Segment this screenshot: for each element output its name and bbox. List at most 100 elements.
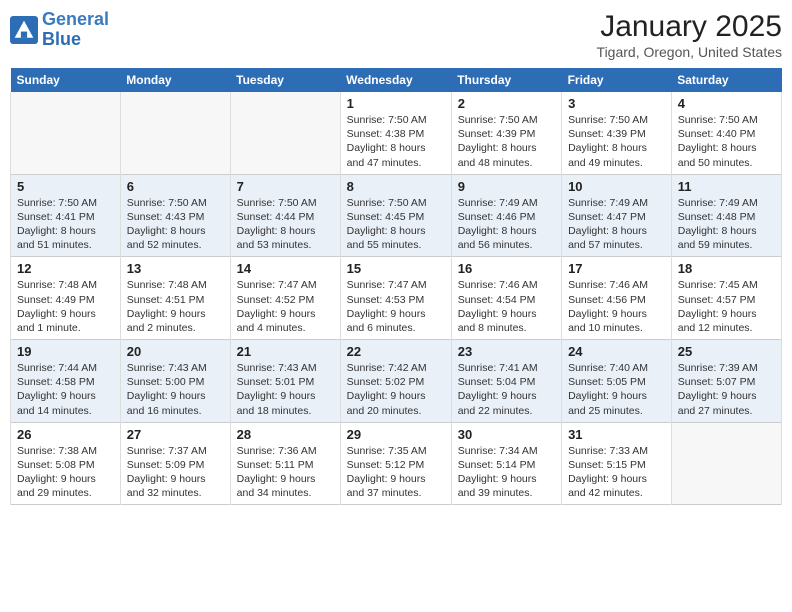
day-number: 22 xyxy=(347,344,445,359)
day-number: 18 xyxy=(678,261,775,276)
weekday-header-row: SundayMondayTuesdayWednesdayThursdayFrid… xyxy=(11,68,782,92)
day-info: Sunrise: 7:43 AM Sunset: 5:00 PM Dayligh… xyxy=(127,361,224,418)
calendar-cell: 20 Sunrise: 7:43 AM Sunset: 5:00 PM Dayli… xyxy=(120,340,230,423)
calendar-cell: 4 Sunrise: 7:50 AM Sunset: 4:40 PM Daylig… xyxy=(671,92,781,174)
day-number: 7 xyxy=(237,179,334,194)
day-number: 15 xyxy=(347,261,445,276)
day-number: 5 xyxy=(17,179,114,194)
day-info: Sunrise: 7:45 AM Sunset: 4:57 PM Dayligh… xyxy=(678,278,775,335)
page-header: General Blue January 2025 Tigard, Oregon… xyxy=(10,10,782,60)
day-info: Sunrise: 7:46 AM Sunset: 4:56 PM Dayligh… xyxy=(568,278,665,335)
day-info: Sunrise: 7:40 AM Sunset: 5:05 PM Dayligh… xyxy=(568,361,665,418)
day-info: Sunrise: 7:50 AM Sunset: 4:40 PM Dayligh… xyxy=(678,113,775,170)
day-info: Sunrise: 7:35 AM Sunset: 5:12 PM Dayligh… xyxy=(347,444,445,501)
logo-text: General Blue xyxy=(42,10,109,50)
logo-line2: Blue xyxy=(42,29,81,49)
calendar-cell: 2 Sunrise: 7:50 AM Sunset: 4:39 PM Daylig… xyxy=(451,92,561,174)
weekday-header-sunday: Sunday xyxy=(11,68,121,92)
day-number: 29 xyxy=(347,427,445,442)
calendar-cell: 5 Sunrise: 7:50 AM Sunset: 4:41 PM Daylig… xyxy=(11,174,121,257)
calendar-cell: 31Sunrise: 7:33 AM Sunset: 5:15 PM Dayli… xyxy=(562,422,672,505)
day-number: 13 xyxy=(127,261,224,276)
day-number: 8 xyxy=(347,179,445,194)
day-number: 3 xyxy=(568,96,665,111)
calendar-cell: 27Sunrise: 7:37 AM Sunset: 5:09 PM Dayli… xyxy=(120,422,230,505)
day-number: 23 xyxy=(458,344,555,359)
calendar-cell: 12Sunrise: 7:48 AM Sunset: 4:49 PM Dayli… xyxy=(11,257,121,340)
day-number: 20 xyxy=(127,344,224,359)
logo-icon xyxy=(10,16,38,44)
day-info: Sunrise: 7:46 AM Sunset: 4:54 PM Dayligh… xyxy=(458,278,555,335)
day-number: 14 xyxy=(237,261,334,276)
calendar-cell: 11 Sunrise: 7:49 AM Sunset: 4:48 PM Dayli… xyxy=(671,174,781,257)
calendar-cell: 10 Sunrise: 7:49 AM Sunset: 4:47 PM Dayli… xyxy=(562,174,672,257)
day-info: Sunrise: 7:43 AM Sunset: 5:01 PM Dayligh… xyxy=(237,361,334,418)
calendar-week-row: 26Sunrise: 7:38 AM Sunset: 5:08 PM Dayli… xyxy=(11,422,782,505)
calendar-cell: 1 Sunrise: 7:50 AM Sunset: 4:38 PM Daylig… xyxy=(340,92,451,174)
day-number: 1 xyxy=(347,96,445,111)
day-number: 4 xyxy=(678,96,775,111)
location-subtitle: Tigard, Oregon, United States xyxy=(597,44,782,60)
calendar-cell: 24 Sunrise: 7:40 AM Sunset: 5:05 PM Dayli… xyxy=(562,340,672,423)
calendar-week-row: 5 Sunrise: 7:50 AM Sunset: 4:41 PM Daylig… xyxy=(11,174,782,257)
calendar-cell: 15 Sunrise: 7:47 AM Sunset: 4:53 PM Dayli… xyxy=(340,257,451,340)
day-number: 24 xyxy=(568,344,665,359)
calendar-body: 1 Sunrise: 7:50 AM Sunset: 4:38 PM Daylig… xyxy=(11,92,782,505)
day-info: Sunrise: 7:50 AM Sunset: 4:39 PM Dayligh… xyxy=(458,113,555,170)
day-info: Sunrise: 7:47 AM Sunset: 4:52 PM Dayligh… xyxy=(237,278,334,335)
calendar-week-row: 19 Sunrise: 7:44 AM Sunset: 4:58 PM Dayli… xyxy=(11,340,782,423)
day-info: Sunrise: 7:49 AM Sunset: 4:48 PM Dayligh… xyxy=(678,196,775,253)
weekday-header-friday: Friday xyxy=(562,68,672,92)
day-info: Sunrise: 7:50 AM Sunset: 4:44 PM Dayligh… xyxy=(237,196,334,253)
day-number: 26 xyxy=(17,427,114,442)
day-number: 16 xyxy=(458,261,555,276)
calendar-cell: 29 Sunrise: 7:35 AM Sunset: 5:12 PM Dayli… xyxy=(340,422,451,505)
day-number: 11 xyxy=(678,179,775,194)
calendar-week-row: 12Sunrise: 7:48 AM Sunset: 4:49 PM Dayli… xyxy=(11,257,782,340)
day-info: Sunrise: 7:47 AM Sunset: 4:53 PM Dayligh… xyxy=(347,278,445,335)
day-info: Sunrise: 7:50 AM Sunset: 4:41 PM Dayligh… xyxy=(17,196,114,253)
day-number: 10 xyxy=(568,179,665,194)
day-info: Sunrise: 7:50 AM Sunset: 4:43 PM Dayligh… xyxy=(127,196,224,253)
calendar-cell xyxy=(230,92,340,174)
day-info: Sunrise: 7:34 AM Sunset: 5:14 PM Dayligh… xyxy=(458,444,555,501)
calendar-cell: 8 Sunrise: 7:50 AM Sunset: 4:45 PM Daylig… xyxy=(340,174,451,257)
logo: General Blue xyxy=(10,10,109,50)
calendar-cell: 19 Sunrise: 7:44 AM Sunset: 4:58 PM Dayli… xyxy=(11,340,121,423)
calendar-week-row: 1 Sunrise: 7:50 AM Sunset: 4:38 PM Daylig… xyxy=(11,92,782,174)
weekday-header-tuesday: Tuesday xyxy=(230,68,340,92)
calendar-cell: 23Sunrise: 7:41 AM Sunset: 5:04 PM Dayli… xyxy=(451,340,561,423)
day-info: Sunrise: 7:48 AM Sunset: 4:51 PM Dayligh… xyxy=(127,278,224,335)
weekday-header-wednesday: Wednesday xyxy=(340,68,451,92)
weekday-header-monday: Monday xyxy=(120,68,230,92)
calendar-cell: 13 Sunrise: 7:48 AM Sunset: 4:51 PM Dayli… xyxy=(120,257,230,340)
weekday-header-thursday: Thursday xyxy=(451,68,561,92)
calendar-cell: 14 Sunrise: 7:47 AM Sunset: 4:52 PM Dayli… xyxy=(230,257,340,340)
day-number: 28 xyxy=(237,427,334,442)
day-info: Sunrise: 7:44 AM Sunset: 4:58 PM Dayligh… xyxy=(17,361,114,418)
day-number: 2 xyxy=(458,96,555,111)
day-info: Sunrise: 7:49 AM Sunset: 4:47 PM Dayligh… xyxy=(568,196,665,253)
day-info: Sunrise: 7:39 AM Sunset: 5:07 PM Dayligh… xyxy=(678,361,775,418)
calendar-cell: 9Sunrise: 7:49 AM Sunset: 4:46 PM Daylig… xyxy=(451,174,561,257)
calendar-header: SundayMondayTuesdayWednesdayThursdayFrid… xyxy=(11,68,782,92)
logo-line1: General xyxy=(42,9,109,29)
calendar-cell: 6 Sunrise: 7:50 AM Sunset: 4:43 PM Daylig… xyxy=(120,174,230,257)
day-number: 6 xyxy=(127,179,224,194)
calendar-cell xyxy=(671,422,781,505)
calendar-table: SundayMondayTuesdayWednesdayThursdayFrid… xyxy=(10,68,782,505)
day-number: 19 xyxy=(17,344,114,359)
calendar-cell xyxy=(11,92,121,174)
calendar-cell: 18 Sunrise: 7:45 AM Sunset: 4:57 PM Dayli… xyxy=(671,257,781,340)
day-number: 17 xyxy=(568,261,665,276)
day-info: Sunrise: 7:48 AM Sunset: 4:49 PM Dayligh… xyxy=(17,278,114,335)
month-year-title: January 2025 xyxy=(597,10,782,44)
day-info: Sunrise: 7:50 AM Sunset: 4:39 PM Dayligh… xyxy=(568,113,665,170)
day-info: Sunrise: 7:36 AM Sunset: 5:11 PM Dayligh… xyxy=(237,444,334,501)
day-number: 30 xyxy=(458,427,555,442)
calendar-cell: 30 Sunrise: 7:34 AM Sunset: 5:14 PM Dayli… xyxy=(451,422,561,505)
day-info: Sunrise: 7:50 AM Sunset: 4:38 PM Dayligh… xyxy=(347,113,445,170)
day-info: Sunrise: 7:37 AM Sunset: 5:09 PM Dayligh… xyxy=(127,444,224,501)
calendar-cell: 21Sunrise: 7:43 AM Sunset: 5:01 PM Dayli… xyxy=(230,340,340,423)
day-info: Sunrise: 7:50 AM Sunset: 4:45 PM Dayligh… xyxy=(347,196,445,253)
